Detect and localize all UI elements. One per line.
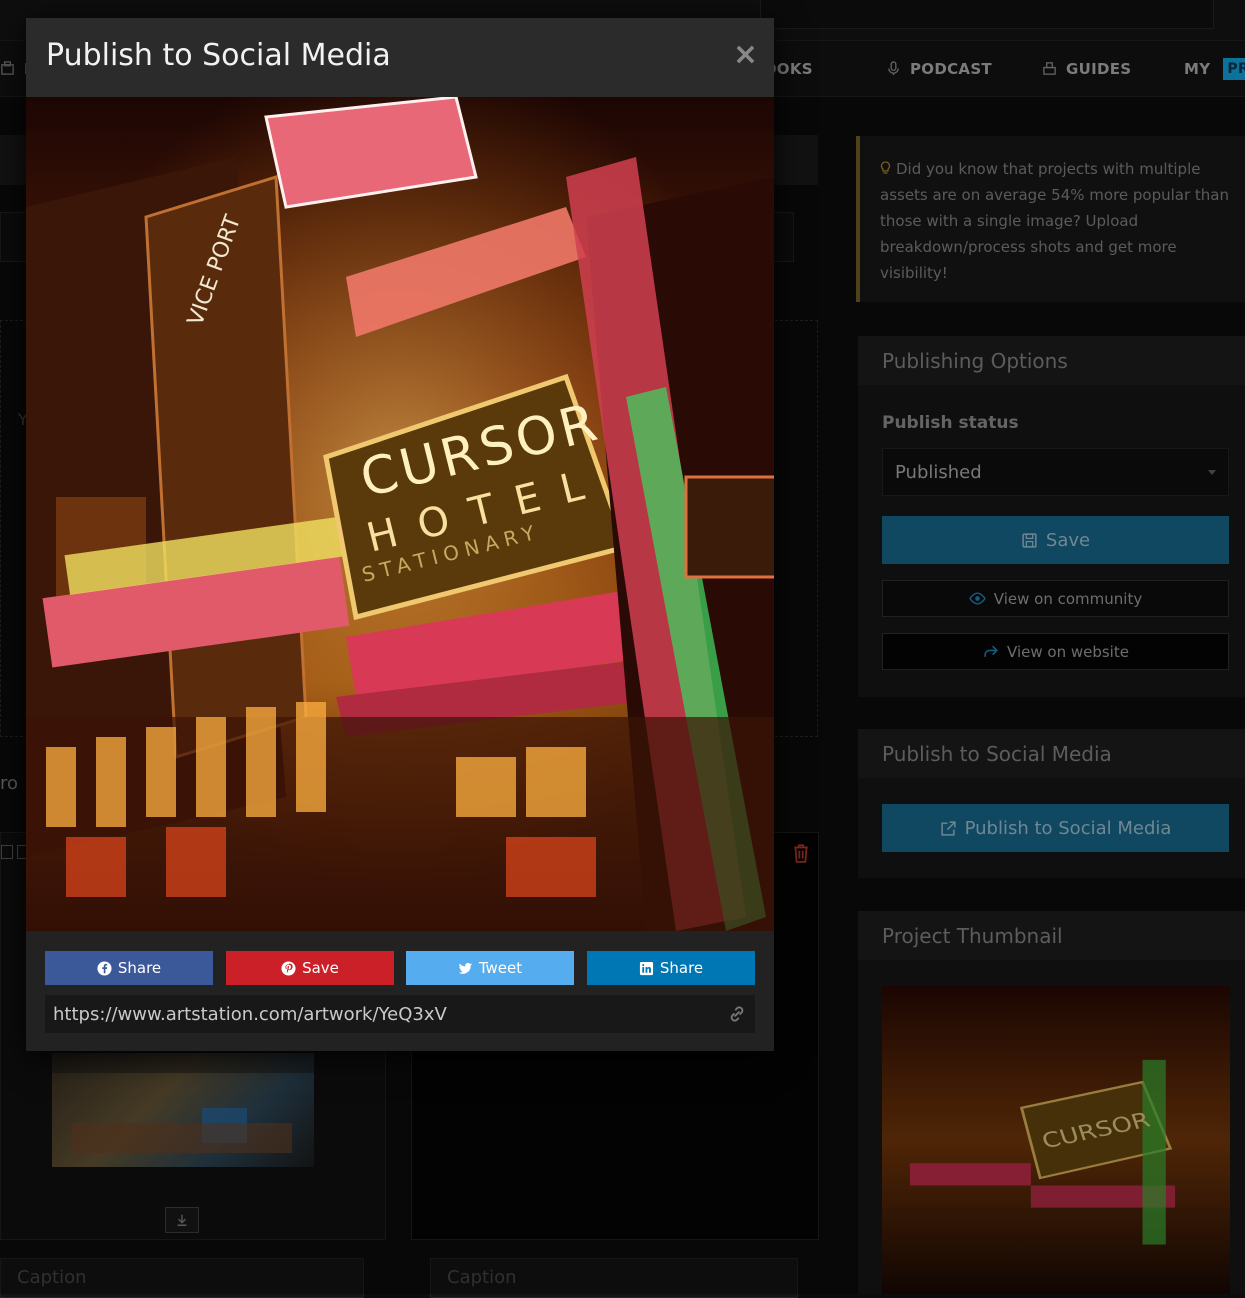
- facebook-icon: [97, 960, 112, 976]
- publish-social-modal: Publish to Social Media × CURSOR HOTEL S…: [26, 18, 774, 1051]
- modal-header: Publish to Social Media ×: [26, 18, 774, 97]
- twitter-tweet-label: Tweet: [478, 959, 523, 977]
- share-url-field[interactable]: https://www.artstation.com/artwork/YeQ3x…: [45, 995, 755, 1033]
- link-icon[interactable]: [727, 1004, 747, 1024]
- twitter-icon: [458, 962, 472, 974]
- linkedin-icon: [639, 961, 653, 975]
- modal-title: Publish to Social Media: [46, 38, 391, 73]
- twitter-tweet-button[interactable]: Tweet: [406, 951, 574, 985]
- facebook-share-button[interactable]: Share: [45, 951, 213, 985]
- artwork-illustration: CURSOR HOTEL STATIONARY VICE PORT: [26, 97, 774, 931]
- pinterest-save-label: Save: [302, 959, 339, 977]
- linkedin-share-button[interactable]: Share: [587, 951, 755, 985]
- pinterest-icon: [281, 960, 296, 976]
- close-icon[interactable]: ×: [733, 40, 758, 70]
- modal-artwork-image: CURSOR HOTEL STATIONARY VICE PORT: [26, 97, 774, 931]
- share-url-text[interactable]: https://www.artstation.com/artwork/YeQ3x…: [53, 1004, 447, 1025]
- facebook-share-label: Share: [117, 959, 162, 977]
- pinterest-save-button[interactable]: Save: [226, 951, 394, 985]
- linkedin-share-label: Share: [659, 959, 704, 977]
